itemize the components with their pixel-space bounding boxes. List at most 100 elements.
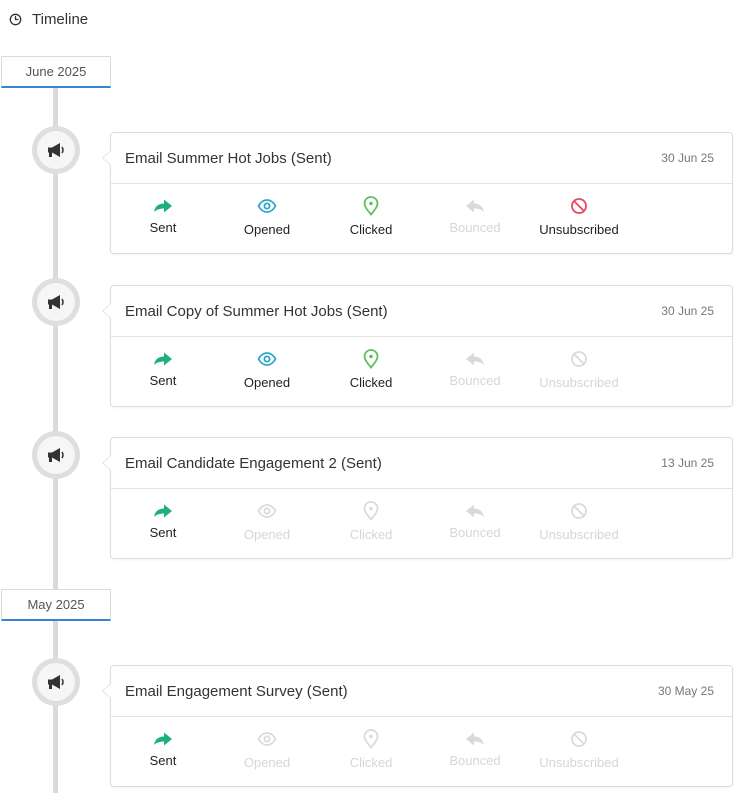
stat-label: Bounced — [449, 220, 501, 235]
stat-label: Unsubscribed — [539, 375, 619, 390]
stat-label: Bounced — [449, 753, 501, 768]
stat-label: Unsubscribed — [539, 755, 619, 770]
stat-clicked[interactable]: Clicked — [319, 727, 423, 770]
stat-opened[interactable]: Opened — [215, 347, 319, 390]
node-inner — [37, 663, 75, 701]
timeline-header: Timeline — [9, 9, 88, 29]
map-pin-icon — [362, 727, 380, 751]
ban-icon — [570, 347, 588, 371]
campaign-node — [32, 278, 80, 326]
reply-arrow-icon — [464, 727, 486, 751]
map-pin-icon — [362, 499, 380, 523]
stat-label: Sent — [149, 220, 177, 235]
eye-icon — [257, 499, 277, 523]
stat-label: Opened — [243, 755, 291, 770]
stat-label: Sent — [149, 525, 177, 540]
share-arrow-icon — [152, 194, 174, 218]
share-arrow-icon — [152, 499, 174, 523]
timeline-title: Timeline — [32, 10, 89, 28]
stat-label: Sent — [149, 753, 177, 768]
event-title[interactable]: Email Engagement Survey (Sent) — [125, 683, 348, 700]
stat-opened[interactable]: Opened — [215, 194, 319, 237]
event-date: 13 Jun 25 — [661, 456, 714, 470]
stat-unsubscribed[interactable]: Unsubscribed — [527, 499, 631, 542]
stats-row: Sent Opened Clicked Bounced Unsubscribed — [111, 184, 732, 254]
stat-bounced[interactable]: Bounced — [423, 347, 527, 388]
stat-label: Clicked — [349, 527, 393, 542]
node-inner — [37, 131, 75, 169]
campaign-node — [32, 658, 80, 706]
stat-label: Unsubscribed — [539, 527, 619, 542]
event-card[interactable]: Email Candidate Engagement 2 (Sent) 13 Ju… — [102, 437, 733, 559]
stat-opened[interactable]: Opened — [215, 499, 319, 542]
stat-label: Unsubscribed — [539, 222, 619, 237]
event-date: 30 Jun 25 — [661, 151, 714, 165]
month-label: May 2025 — [27, 597, 85, 612]
ban-icon — [570, 499, 588, 523]
share-arrow-icon — [152, 347, 174, 371]
stat-unsubscribed[interactable]: Unsubscribed — [527, 727, 631, 770]
eye-icon — [257, 347, 277, 371]
reply-arrow-icon — [464, 347, 486, 371]
card-header: Email Candidate Engagement 2 (Sent) 13 Ju… — [111, 438, 732, 489]
stat-label: Opened — [243, 375, 291, 390]
stat-sent[interactable]: Sent — [111, 499, 215, 540]
event-card[interactable]: Email Engagement Survey (Sent) 30 May 25 S… — [102, 665, 733, 787]
stat-label: Clicked — [349, 375, 393, 390]
campaign-node — [32, 431, 80, 479]
megaphone-icon — [45, 446, 67, 464]
stat-bounced[interactable]: Bounced — [423, 727, 527, 768]
stats-row: Sent Opened Clicked Bounced Unsubscribed — [111, 717, 732, 787]
month-tab-may[interactable]: May 2025 — [1, 589, 111, 621]
card-header: Email Summer Hot Jobs (Sent) 30 Jun 25 — [111, 133, 732, 184]
event-title[interactable]: Email Summer Hot Jobs (Sent) — [125, 150, 332, 167]
stats-row: Sent Opened Clicked Bounced Unsubscribed — [111, 489, 732, 559]
stat-sent[interactable]: Sent — [111, 727, 215, 768]
stat-unsubscribed[interactable]: Unsubscribed — [527, 194, 631, 237]
stat-label: Sent — [149, 373, 177, 388]
event-date: 30 May 25 — [657, 684, 714, 698]
stat-unsubscribed[interactable]: Unsubscribed — [527, 347, 631, 390]
clock-icon — [9, 13, 22, 25]
timeline-rail — [53, 621, 58, 793]
event-date: 30 Jun 25 — [661, 304, 714, 318]
eye-icon — [257, 727, 277, 751]
stat-label: Opened — [243, 222, 291, 237]
stat-sent[interactable]: Sent — [111, 347, 215, 388]
reply-arrow-icon — [464, 499, 486, 523]
ban-icon — [570, 194, 588, 218]
megaphone-icon — [45, 141, 67, 159]
card-header: Email Copy of Summer Hot Jobs (Sent) 30 J… — [111, 286, 732, 337]
stat-sent[interactable]: Sent — [111, 194, 215, 235]
eye-icon — [257, 194, 277, 218]
campaign-node — [32, 126, 80, 174]
event-card[interactable]: Email Summer Hot Jobs (Sent) 30 Jun 25 Sen… — [102, 132, 733, 254]
ban-icon — [570, 727, 588, 751]
stat-label: Clicked — [349, 222, 393, 237]
stat-label: Clicked — [349, 755, 393, 770]
month-label: June 2025 — [25, 64, 87, 79]
megaphone-icon — [45, 673, 67, 691]
event-title[interactable]: Email Copy of Summer Hot Jobs (Sent) — [125, 303, 388, 320]
card-header: Email Engagement Survey (Sent) 30 May 25 — [111, 666, 732, 717]
stat-bounced[interactable]: Bounced — [423, 194, 527, 235]
stat-bounced[interactable]: Bounced — [423, 499, 527, 540]
share-arrow-icon — [152, 727, 174, 751]
stat-label: Bounced — [449, 525, 501, 540]
stat-label: Opened — [243, 527, 291, 542]
node-inner — [37, 283, 75, 321]
stat-clicked[interactable]: Clicked — [319, 347, 423, 390]
megaphone-icon — [45, 293, 67, 311]
stats-row: Sent Opened Clicked Bounced Unsubscribed — [111, 337, 732, 407]
map-pin-icon — [362, 194, 380, 218]
reply-arrow-icon — [464, 194, 486, 218]
stat-opened[interactable]: Opened — [215, 727, 319, 770]
event-title[interactable]: Email Candidate Engagement 2 (Sent) — [125, 455, 382, 472]
stat-clicked[interactable]: Clicked — [319, 194, 423, 237]
stat-clicked[interactable]: Clicked — [319, 499, 423, 542]
stat-label: Bounced — [449, 373, 501, 388]
node-inner — [37, 436, 75, 474]
event-card[interactable]: Email Copy of Summer Hot Jobs (Sent) 30 J… — [102, 285, 733, 407]
map-pin-icon — [362, 347, 380, 371]
month-tab-june[interactable]: June 2025 — [1, 56, 111, 88]
